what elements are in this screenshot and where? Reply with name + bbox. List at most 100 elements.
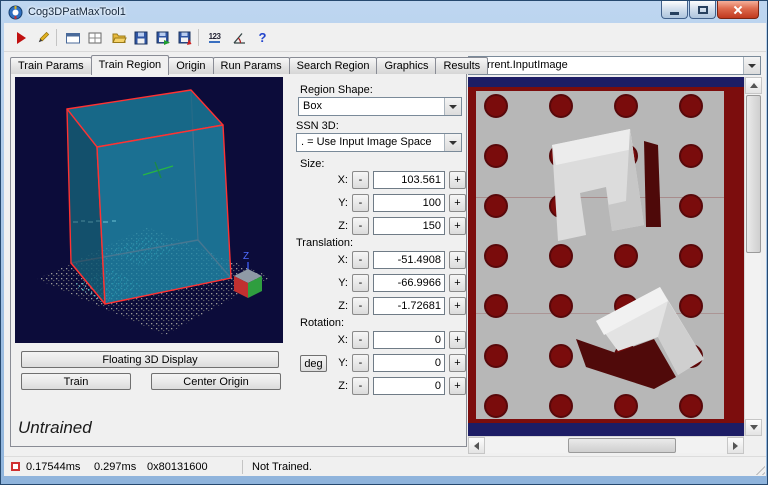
arrow-right-icon	[733, 441, 738, 450]
image-source-select[interactable]: Current.InputImage	[468, 56, 761, 75]
dropdown-arrow-box[interactable]	[743, 57, 760, 74]
rotation-z-increment-button[interactable]: +	[449, 377, 466, 395]
client-area: 123 ? Train Params Train Region Origin R…	[4, 23, 766, 476]
rotation-y-axis-label: Y:	[338, 357, 348, 369]
floating-window-button[interactable]	[62, 27, 83, 48]
minimize-button[interactable]	[661, 1, 688, 19]
numeric-display-button[interactable]: 123	[204, 27, 225, 48]
scroll-left-button[interactable]	[468, 437, 485, 454]
run-button[interactable]	[10, 27, 31, 48]
dropdown-arrow-box[interactable]	[444, 98, 461, 115]
rotation-y-increment-button[interactable]: +	[449, 354, 466, 372]
size-z-increment-button[interactable]: +	[449, 217, 466, 235]
vertical-scroll-thumb[interactable]	[746, 95, 761, 253]
rotation-z-axis-label: Z:	[338, 380, 348, 392]
titlebar[interactable]: Cog3DPatMaxTool1	[1, 1, 767, 23]
open-file-button[interactable]	[108, 27, 129, 48]
arrow-up-icon	[749, 83, 758, 88]
tab-search-region[interactable]: Search Region	[288, 57, 378, 74]
translation-y-decrement-button[interactable]: -	[352, 274, 369, 292]
image-horizontal-scrollbar[interactable]	[468, 436, 744, 454]
floppy-arrow-red-icon	[178, 31, 191, 45]
tab-run-params[interactable]: Run Params	[212, 57, 290, 74]
size-y-decrement-button[interactable]: -	[352, 194, 369, 212]
scroll-right-button[interactable]	[727, 437, 744, 454]
tab-results[interactable]: Results	[435, 57, 489, 74]
translation-y-increment-button[interactable]: +	[449, 274, 466, 292]
floating-3d-display-button[interactable]: Floating 3D Display	[21, 351, 279, 368]
dropdown-arrow-box[interactable]	[444, 134, 461, 151]
tab-train-region[interactable]: Train Region	[90, 55, 170, 75]
translation-x-row: X: - +	[330, 251, 467, 269]
tab-strip: Train Params Train Region Origin Run Par…	[10, 54, 489, 75]
translation-x-axis-label: X:	[337, 254, 348, 266]
play-icon	[16, 31, 26, 44]
save-button[interactable]	[130, 27, 151, 48]
rotation-z-input[interactable]	[373, 377, 445, 395]
window-icon	[65, 32, 80, 43]
scroll-up-button[interactable]	[745, 77, 762, 94]
angle-units-button[interactable]	[228, 27, 249, 48]
scroll-down-button[interactable]	[745, 419, 762, 436]
region-shape-select[interactable]: Box	[298, 97, 462, 116]
translation-y-axis-label: Y:	[338, 277, 348, 289]
translation-x-increment-button[interactable]: +	[449, 251, 466, 269]
viewport-3d-scene: Z	[15, 77, 283, 343]
resize-grip[interactable]	[752, 462, 765, 475]
angle-icon	[233, 32, 245, 44]
viewport-3d[interactable]: Z	[15, 77, 283, 343]
rotation-x-input[interactable]	[373, 331, 445, 349]
input-image	[468, 77, 744, 436]
center-origin-button[interactable]: Center Origin	[151, 373, 281, 390]
status-bar: 0.17544ms 0.297ms 0x80131600 Not Trained…	[4, 456, 766, 476]
translation-z-input[interactable]	[373, 297, 445, 315]
maximize-button[interactable]	[689, 1, 716, 19]
result-code: 0x80131600	[147, 461, 208, 473]
translation-x-decrement-button[interactable]: -	[352, 251, 369, 269]
close-button[interactable]	[717, 1, 759, 19]
horizontal-scroll-thumb[interactable]	[568, 438, 676, 453]
size-z-decrement-button[interactable]: -	[352, 217, 369, 235]
size-x-increment-button[interactable]: +	[449, 171, 466, 189]
translation-y-input[interactable]	[373, 274, 445, 292]
rotation-x-increment-button[interactable]: +	[449, 331, 466, 349]
size-z-input[interactable]	[373, 217, 445, 235]
rotation-x-row: X: - +	[330, 331, 467, 349]
save-as-button[interactable]	[152, 27, 173, 48]
tab-train-params[interactable]: Train Params	[10, 57, 92, 74]
numbers-icon: 123	[208, 32, 221, 43]
train-button[interactable]: Train	[21, 373, 131, 390]
size-y-increment-button[interactable]: +	[449, 194, 466, 212]
tab-graphics[interactable]: Graphics	[376, 57, 437, 74]
import-button[interactable]	[174, 27, 195, 48]
ssn3d-value: . = Use Input Image Space	[301, 136, 432, 148]
image-vertical-scrollbar[interactable]	[744, 77, 762, 436]
input-image-display[interactable]	[468, 77, 762, 454]
app-icon	[8, 5, 23, 19]
size-y-input[interactable]	[373, 194, 445, 212]
rotation-y-decrement-button[interactable]: -	[352, 354, 369, 372]
ssn3d-label: SSN 3D:	[296, 120, 339, 132]
maximize-icon	[697, 5, 708, 14]
size-x-decrement-button[interactable]: -	[352, 171, 369, 189]
size-z-axis-label: Z:	[338, 220, 348, 232]
tab-origin[interactable]: Origin	[168, 57, 214, 74]
translation-z-increment-button[interactable]: +	[449, 297, 466, 315]
region-shape-value: Box	[303, 100, 322, 112]
edit-button[interactable]	[32, 27, 53, 48]
rotation-x-decrement-button[interactable]: -	[352, 331, 369, 349]
toolbar-separator	[198, 29, 199, 46]
floppy-icon	[134, 31, 147, 44]
translation-z-decrement-button[interactable]: -	[352, 297, 369, 315]
rotation-z-decrement-button[interactable]: -	[352, 377, 369, 395]
folder-open-icon	[111, 33, 127, 43]
degrees-units-button[interactable]: deg	[300, 355, 327, 372]
translation-x-input[interactable]	[373, 251, 445, 269]
grid-icon	[88, 32, 101, 43]
ssn3d-select[interactable]: . = Use Input Image Space	[296, 133, 462, 152]
help-button[interactable]: ?	[252, 27, 273, 48]
close-icon	[732, 4, 744, 16]
size-x-input[interactable]	[373, 171, 445, 189]
grid-view-button[interactable]	[84, 27, 105, 48]
rotation-y-input[interactable]	[373, 354, 445, 372]
